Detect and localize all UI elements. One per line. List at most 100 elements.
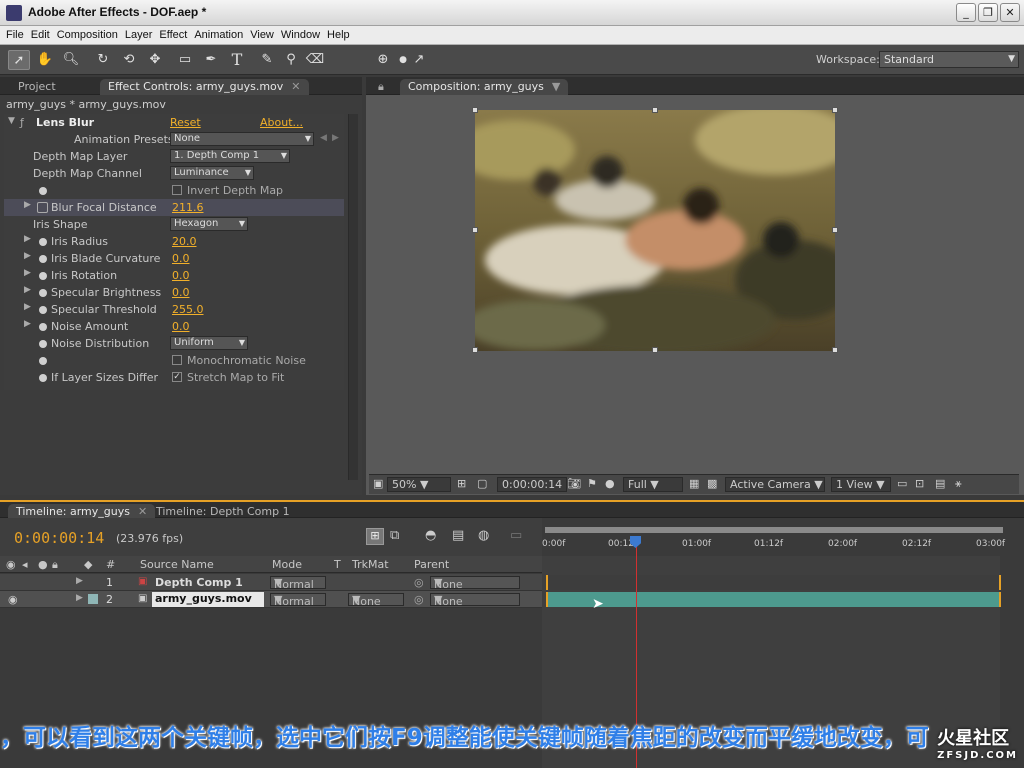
menu-view[interactable]: View: [248, 26, 279, 44]
safe-zones-icon[interactable]: ⊞: [457, 477, 466, 492]
snapshot-icon[interactable]: 📷︎: [567, 477, 581, 492]
fast-previews-icon[interactable]: ⊡: [915, 477, 924, 492]
view-layout-select[interactable]: 1 View ▼: [831, 477, 891, 492]
live-update-icon[interactable]: ⧉: [390, 528, 399, 543]
layer-row-army-guys[interactable]: ◉ ▶ 2 ▣ army_guys.mov Normal ▼ None ▼ ◎ …: [0, 591, 542, 608]
expand-triangle-icon[interactable]: ▶: [24, 234, 31, 244]
pick-whip-icon[interactable]: ◎: [414, 593, 424, 606]
noise-distribution-dropdown[interactable]: Uniform ▼: [170, 336, 248, 350]
column-mode[interactable]: Mode: [272, 558, 302, 571]
stretch-map-checkbox[interactable]: ✓: [172, 372, 182, 382]
layer-trkmat-select[interactable]: None ▼: [348, 593, 404, 607]
rectangle-mask-icon[interactable]: ▭: [174, 50, 196, 70]
pixel-aspect-icon[interactable]: ▭: [897, 477, 907, 492]
iris-rotation-value[interactable]: 0.0: [172, 269, 190, 282]
comp-mini-flowchart-icon[interactable]: ⊞: [366, 528, 384, 545]
local-axis-icon[interactable]: ⊕: [372, 50, 394, 70]
expand-triangle-icon[interactable]: ▶: [24, 319, 31, 329]
eraser-tool-icon[interactable]: ⌫: [304, 50, 326, 70]
stopwatch-icon[interactable]: [39, 272, 47, 280]
resize-handle[interactable]: [652, 347, 658, 353]
type-tool-icon[interactable]: T: [226, 50, 248, 70]
resize-handle[interactable]: [832, 347, 838, 353]
timeline-toggle-icon[interactable]: ▤: [935, 477, 945, 492]
zoom-tool-icon[interactable]: 🔍︎: [60, 50, 82, 70]
stopwatch-icon[interactable]: [39, 340, 47, 348]
stopwatch-icon[interactable]: [37, 202, 48, 213]
column-source-name[interactable]: Source Name: [140, 558, 214, 571]
resize-handle[interactable]: [832, 227, 838, 233]
menu-animation[interactable]: Animation: [192, 26, 248, 44]
channel-icon[interactable]: ●: [605, 477, 615, 492]
about-link[interactable]: About...: [260, 116, 303, 129]
track-xy-camera-icon[interactable]: ✥: [144, 50, 166, 70]
pen-tool-icon[interactable]: ✒: [200, 50, 222, 70]
expand-triangle-icon[interactable]: ▶: [76, 576, 83, 586]
always-preview-icon[interactable]: ▣: [373, 477, 383, 492]
hand-tool-icon[interactable]: ✋: [34, 50, 56, 70]
resize-handle[interactable]: [472, 227, 478, 233]
expand-triangle-icon[interactable]: ▶: [24, 285, 31, 295]
stopwatch-icon[interactable]: [39, 255, 47, 263]
iris-radius-value[interactable]: 20.0: [172, 235, 197, 248]
tab-project[interactable]: Project: [10, 79, 64, 95]
draft-3d-icon[interactable]: ◓: [425, 528, 436, 543]
resize-handle[interactable]: [472, 107, 478, 113]
layer-parent-select[interactable]: None ▼: [430, 576, 520, 590]
layer-bar-depth-comp[interactable]: [546, 575, 1001, 590]
resolution-select[interactable]: Full ▼: [623, 477, 683, 492]
stopwatch-icon[interactable]: [39, 323, 47, 331]
lock-icon[interactable]: 🔒︎: [370, 79, 392, 95]
close-button[interactable]: ✕: [1000, 3, 1020, 22]
eye-icon[interactable]: ◉: [6, 558, 16, 571]
frame-blending-icon[interactable]: ▤: [452, 528, 464, 543]
solo-icon[interactable]: ●: [38, 558, 48, 571]
expand-triangle-icon[interactable]: ▶: [24, 302, 31, 312]
footage-frame[interactable]: [475, 110, 835, 351]
iris-blade-curvature-value[interactable]: 0.0: [172, 252, 190, 265]
expand-triangle-icon[interactable]: ▶: [76, 593, 83, 603]
clone-stamp-icon[interactable]: ⚲: [280, 50, 302, 70]
camera-select[interactable]: Active Camera ▼: [725, 477, 825, 492]
menu-effect[interactable]: Effect: [157, 26, 192, 44]
time-ruler[interactable]: 0:00f 00:12f 01:00f 01:12f 02:00f 02:12f…: [542, 518, 1006, 556]
monochromatic-noise-checkbox[interactable]: [172, 355, 182, 365]
expand-triangle-icon[interactable]: ▶: [24, 251, 31, 261]
stopwatch-icon[interactable]: [39, 357, 47, 365]
blur-focal-distance-value[interactable]: 211.6: [172, 201, 204, 214]
tab-composition[interactable]: Composition: army_guys ▼: [400, 79, 569, 95]
stopwatch-icon[interactable]: [39, 289, 47, 297]
menu-help[interactable]: Help: [325, 26, 355, 44]
menu-edit[interactable]: Edit: [29, 26, 55, 44]
label-color-swatch[interactable]: [88, 594, 98, 604]
zoom-select[interactable]: 50% ▼: [387, 477, 451, 492]
rotate-tool-icon[interactable]: ↻: [92, 50, 114, 70]
disclosure-triangle-icon[interactable]: ▼: [8, 116, 15, 126]
brush-tool-icon[interactable]: ✎: [256, 50, 278, 70]
specular-brightness-value[interactable]: 0.0: [172, 286, 190, 299]
prev-preset-icon[interactable]: ◀: [320, 133, 327, 143]
audio-icon[interactable]: ◂: [22, 558, 28, 571]
transparency-grid-icon[interactable]: ▩: [707, 477, 717, 492]
column-parent[interactable]: Parent: [414, 558, 449, 571]
resize-handle[interactable]: [832, 107, 838, 113]
next-preset-icon[interactable]: ▶: [332, 133, 339, 143]
fx-icon[interactable]: ƒ: [20, 116, 24, 129]
resize-handle[interactable]: [472, 347, 478, 353]
layer-parent-select[interactable]: None ▼: [430, 593, 520, 607]
label-icon[interactable]: ◆: [84, 558, 92, 571]
menu-composition[interactable]: Composition: [55, 26, 123, 44]
menu-file[interactable]: File: [4, 26, 29, 44]
resize-handle[interactable]: [652, 107, 658, 113]
layer-name[interactable]: army_guys.mov: [152, 592, 264, 607]
layer-mode-select[interactable]: Normal ▼: [270, 576, 326, 590]
timeline-current-time[interactable]: 0:00:00:14: [14, 529, 104, 547]
invert-depth-map-checkbox[interactable]: [172, 185, 182, 195]
specular-threshold-value[interactable]: 255.0: [172, 303, 204, 316]
selection-tool-icon[interactable]: ➚: [8, 50, 30, 70]
depth-map-channel-dropdown[interactable]: Luminance ▼: [170, 166, 254, 180]
show-snapshot-icon[interactable]: ⚑: [587, 477, 597, 492]
depth-map-layer-dropdown[interactable]: 1. Depth Comp 1 ▼: [170, 149, 290, 163]
stopwatch-icon[interactable]: [39, 187, 47, 195]
expand-triangle-icon[interactable]: ▶: [24, 268, 31, 278]
